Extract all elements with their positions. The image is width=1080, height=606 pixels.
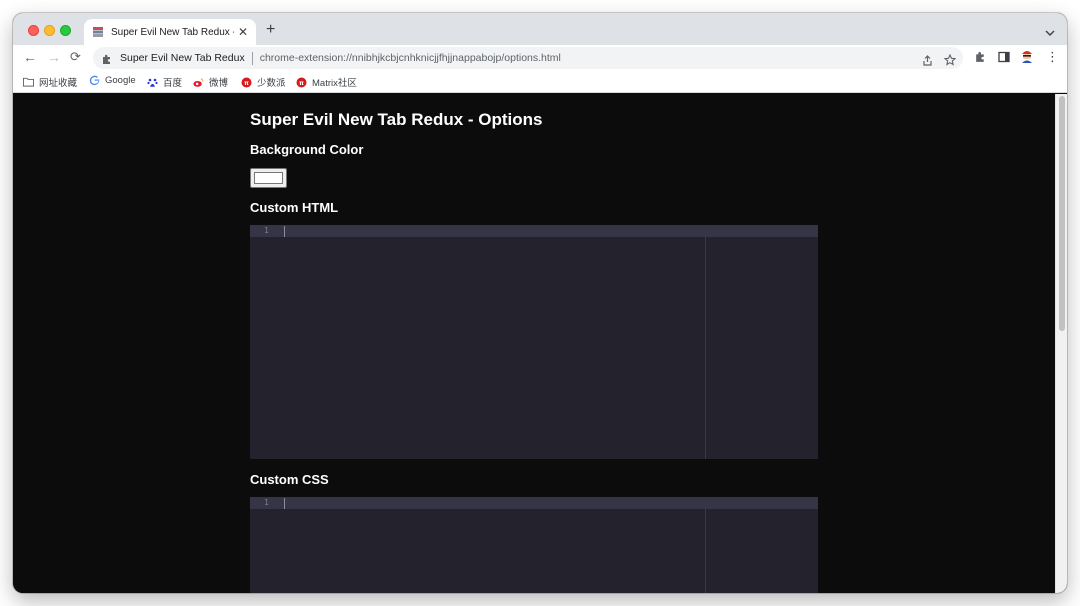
background-color-picker[interactable]	[250, 168, 287, 188]
back-button[interactable]: ←	[23, 50, 37, 64]
puzzle-piece-icon	[101, 52, 113, 64]
custom-html-editor[interactable]: 1	[250, 225, 818, 459]
bookmark-star-icon[interactable]	[943, 53, 957, 71]
google-icon	[89, 75, 100, 86]
bookmark-sspai[interactable]: π 少数派	[241, 75, 286, 89]
folder-icon	[23, 77, 34, 88]
bookmarks-bar: 网址收藏 Google 百度 微博 π 少数派 π Matrix社区	[13, 71, 1067, 93]
editor-print-margin	[705, 509, 706, 593]
bookmark-label: 百度	[163, 78, 183, 89]
bookmark-label: Matrix社区	[312, 78, 357, 89]
bookmark-label: 微博	[209, 78, 229, 89]
url-text[interactable]: chrome-extension://nnibhjkcbjcnhknicjjfh…	[260, 52, 561, 64]
bookmark-label: 网址收藏	[39, 78, 78, 89]
color-swatch	[254, 172, 283, 184]
svg-text:π: π	[299, 79, 304, 86]
extensions-icon[interactable]	[974, 50, 987, 68]
new-tab-button[interactable]: +	[266, 22, 275, 38]
forward-button[interactable]: →	[47, 50, 61, 64]
custom-css-heading: Custom CSS	[250, 472, 329, 487]
weibo-icon	[193, 77, 204, 88]
close-window-button[interactable]	[28, 25, 39, 36]
more-menu-button[interactable]: ⋮	[1046, 49, 1059, 65]
site-name: Super Evil New Tab Redux	[120, 52, 245, 64]
profile-avatar[interactable]	[1019, 48, 1035, 69]
page-content: Super Evil New Tab Redux - Options Backg…	[13, 94, 1067, 593]
page-scrollbar[interactable]	[1055, 94, 1067, 593]
close-tab-icon[interactable]: ✕	[238, 26, 248, 38]
editor-active-line	[250, 497, 818, 509]
tab-search-icon[interactable]	[1045, 24, 1055, 42]
sspai-icon: π	[241, 77, 252, 88]
address-separator	[251, 51, 253, 65]
bookmark-label: Google	[105, 75, 136, 86]
tab-title: Super Evil New Tab Redux - Op	[111, 26, 234, 38]
extension-favicon-icon	[92, 26, 104, 38]
browser-window: Super Evil New Tab Redux - Op ✕ + ← → ⟳ …	[13, 13, 1067, 593]
editor-cursor	[284, 226, 285, 237]
browser-toolbar: ← → ⟳ Super Evil New Tab Redux chrome-ex…	[13, 45, 1067, 71]
bookmark-baidu[interactable]: 百度	[147, 75, 182, 89]
custom-css-editor[interactable]: 1	[250, 497, 818, 593]
scrollbar-thumb[interactable]	[1059, 96, 1065, 331]
bookmark-google[interactable]: Google	[89, 75, 136, 86]
zoom-window-button[interactable]	[60, 25, 71, 36]
reload-button[interactable]: ⟳	[70, 50, 81, 63]
editor-active-line	[250, 225, 818, 237]
baidu-icon	[147, 77, 158, 88]
bookmark-label: 少数派	[257, 78, 286, 89]
tab-options[interactable]: Super Evil New Tab Redux - Op ✕	[84, 19, 256, 45]
share-icon[interactable]	[922, 53, 933, 71]
minimize-window-button[interactable]	[44, 25, 55, 36]
bookmark-folder-favorites[interactable]: 网址收藏	[23, 75, 77, 89]
line-number: 1	[264, 498, 269, 507]
bookmark-weibo[interactable]: 微博	[193, 75, 228, 89]
editor-cursor	[284, 498, 285, 509]
page-title: Super Evil New Tab Redux - Options	[250, 110, 543, 129]
tab-strip: Super Evil New Tab Redux - Op ✕ +	[13, 13, 1067, 45]
address-bar[interactable]: Super Evil New Tab Redux chrome-extensio…	[93, 47, 963, 69]
sspai-icon: π	[296, 77, 307, 88]
side-panel-icon[interactable]	[998, 50, 1010, 68]
editor-print-margin	[705, 237, 706, 459]
background-color-heading: Background Color	[250, 142, 364, 157]
editor-gutter	[250, 225, 284, 459]
bookmark-matrix[interactable]: π Matrix社区	[296, 75, 357, 89]
line-number: 1	[264, 226, 269, 235]
custom-html-heading: Custom HTML	[250, 200, 339, 215]
editor-gutter	[250, 497, 284, 593]
svg-text:π: π	[244, 79, 249, 86]
